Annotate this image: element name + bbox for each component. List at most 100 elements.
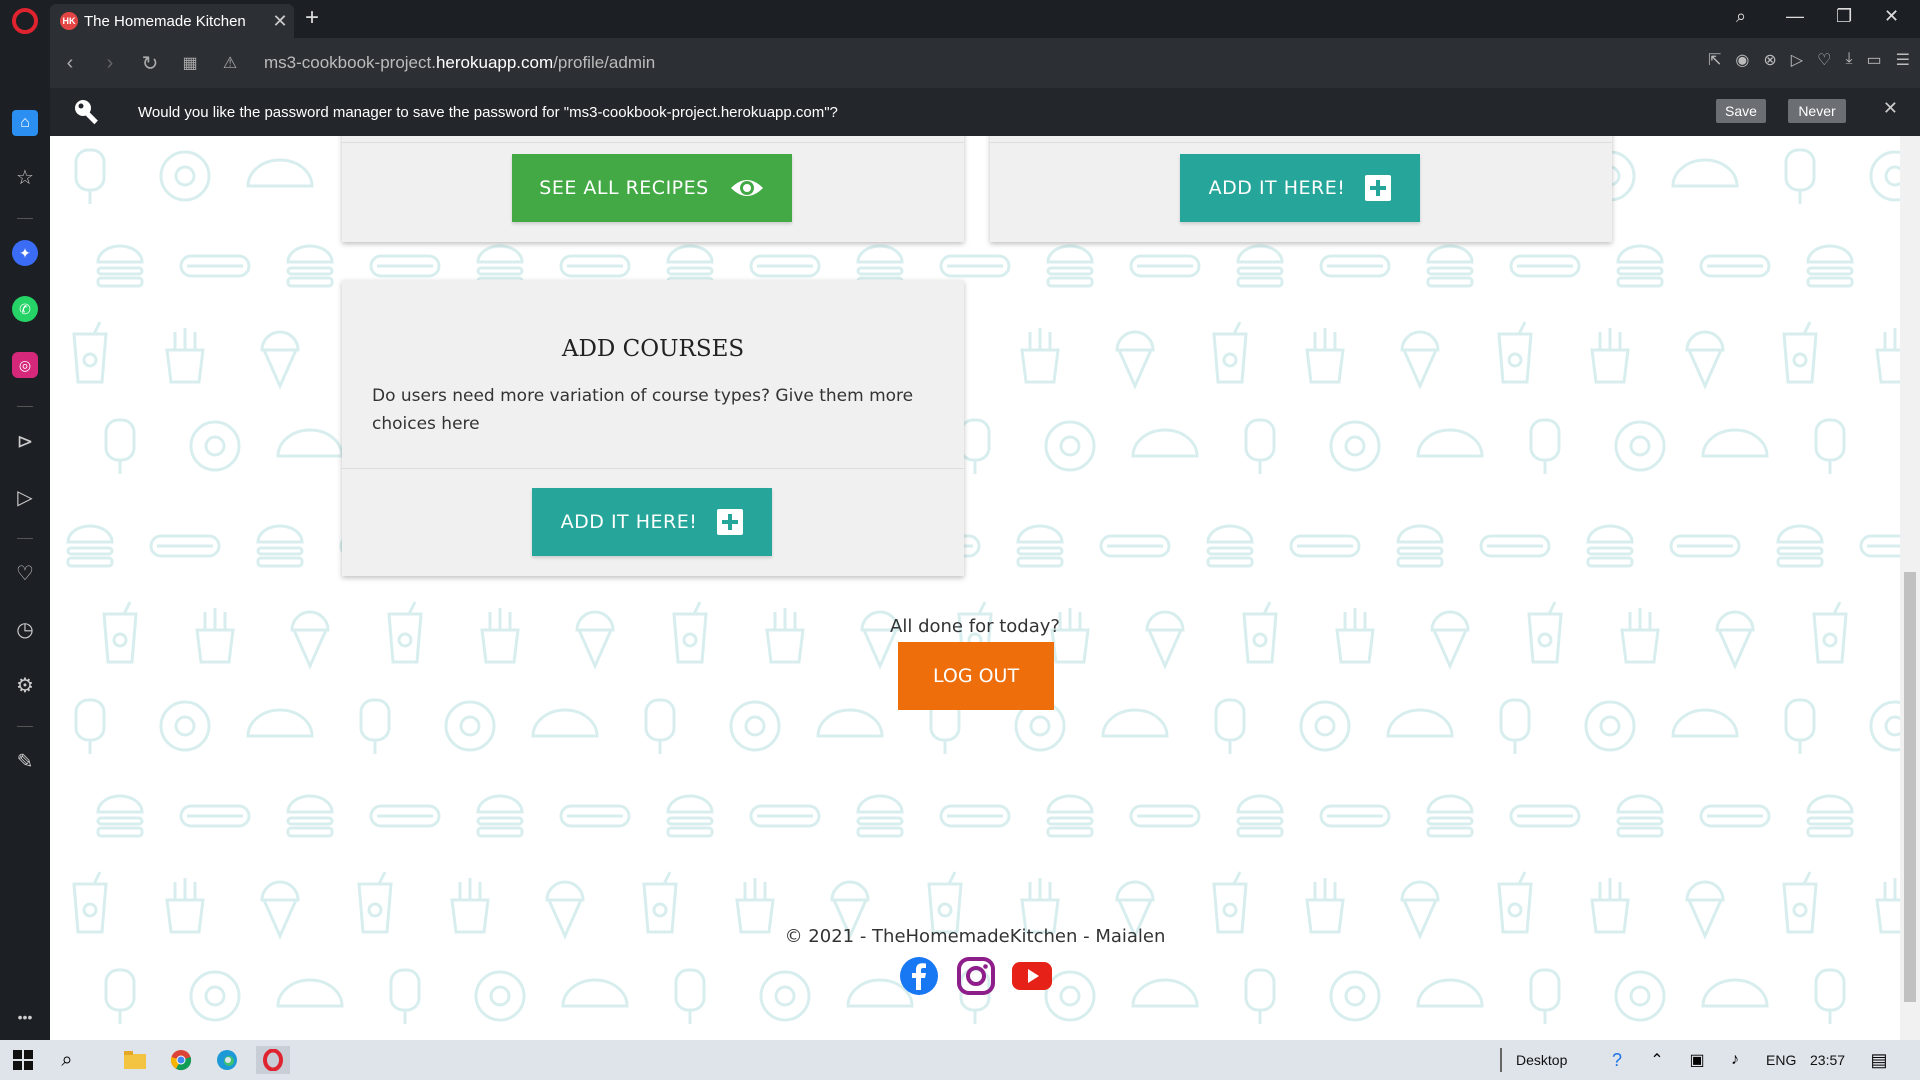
back-icon[interactable]: ‹	[50, 52, 90, 75]
pattern-burger	[286, 244, 334, 288]
pattern-taco	[1416, 428, 1484, 458]
pattern-taco	[276, 978, 344, 1008]
opera-logo-icon[interactable]	[12, 8, 38, 34]
pattern-hotdog	[1289, 534, 1361, 558]
facebook-icon[interactable]	[899, 956, 939, 996]
see-all-recipes-button[interactable]: SEE ALL RECIPES	[512, 154, 792, 222]
history-icon[interactable]: ◷	[12, 616, 38, 642]
help-icon[interactable]: ?	[1600, 1046, 1634, 1074]
tab-homemade-kitchen[interactable]: HK The Homemade Kitchen ✕	[50, 4, 294, 38]
pattern-popsicle	[74, 148, 106, 204]
instagram-icon[interactable]	[956, 956, 996, 996]
flow-icon[interactable]: ▷	[12, 484, 38, 510]
pattern-hotdog	[559, 804, 631, 828]
youtube-icon[interactable]	[1010, 956, 1054, 996]
url-field[interactable]: ms3-cookbook-project.herokuapp.com/profi…	[264, 53, 655, 73]
add-courses-card: ADD COURSES Do users need more variation…	[342, 280, 964, 576]
share-icon[interactable]: ⇱	[1708, 50, 1721, 70]
desktop-label[interactable]: Desktop	[1516, 1052, 1567, 1068]
pattern-popsicle	[389, 968, 421, 1024]
easy-setup-icon[interactable]: ☰	[1896, 50, 1910, 70]
pattern-burger	[96, 244, 144, 288]
edge-icon[interactable]	[210, 1046, 244, 1074]
pattern-cup	[642, 871, 678, 934]
save-password-button[interactable]: Save	[1716, 99, 1766, 123]
pattern-burger	[1616, 794, 1664, 838]
scrollbar-thumb[interactable]	[1904, 572, 1916, 1002]
tab-close-icon[interactable]: ✕	[266, 11, 294, 32]
pattern-donut	[189, 420, 241, 472]
pattern-taco	[1671, 158, 1739, 188]
pattern-hotdog	[1319, 254, 1391, 278]
top-right-card: ADD IT HERE!	[990, 136, 1612, 242]
pattern-popsicle	[1244, 968, 1276, 1024]
tab-overview-icon[interactable]: ▦	[170, 53, 210, 73]
chrome-icon[interactable]	[164, 1046, 198, 1074]
notifications-icon[interactable]: ▤	[1862, 1046, 1896, 1074]
pattern-donut	[1869, 150, 1900, 202]
bookmarks-icon[interactable]: ♡	[12, 560, 38, 586]
pattern-hotdog	[559, 254, 631, 278]
pattern-popsicle	[1214, 698, 1246, 754]
camera-icon[interactable]: ◉	[1735, 50, 1749, 70]
add-it-here-button-top[interactable]: ADD IT HERE!	[1180, 154, 1420, 222]
restore-icon[interactable]: ❐	[1836, 6, 1852, 27]
whatsapp-icon[interactable]: ✆	[12, 296, 38, 322]
file-explorer-icon[interactable]	[118, 1046, 152, 1074]
pattern-donut	[1614, 420, 1666, 472]
opera-taskbar-icon[interactable]	[256, 1046, 290, 1074]
show-hidden-icons-icon[interactable]: ⌃	[1640, 1046, 1674, 1074]
pattern-burger	[1586, 524, 1634, 568]
pattern-hotdog	[939, 254, 1011, 278]
forward-icon[interactable]: ›	[90, 52, 130, 75]
plus-square-icon	[1365, 175, 1392, 201]
heart-icon[interactable]: ♡	[1817, 50, 1831, 70]
send-icon[interactable]: ▷	[1791, 50, 1803, 70]
more-icon[interactable]: •••	[12, 1004, 38, 1030]
windows-start-icon[interactable]	[6, 1046, 40, 1074]
pattern-hotdog	[179, 804, 251, 828]
reload-icon[interactable]: ↻	[130, 51, 170, 76]
pattern-donut	[444, 700, 496, 752]
clock[interactable]: 23:57	[1810, 1052, 1845, 1068]
pattern-fries	[450, 878, 490, 934]
new-tab-icon[interactable]: +	[305, 4, 319, 32]
page-scrollbar[interactable]	[1900, 136, 1920, 1040]
pattern-burger	[1396, 524, 1444, 568]
close-password-bar-icon[interactable]: ✕	[1883, 98, 1898, 119]
pattern-cup	[1782, 321, 1818, 384]
pattern-taco	[816, 708, 884, 738]
language-indicator[interactable]: ENG	[1766, 1052, 1796, 1068]
download-icon[interactable]: ⤓	[1845, 50, 1852, 70]
password-manager-bar: Would you like the password manager to s…	[50, 88, 1920, 136]
never-button[interactable]: Never	[1788, 99, 1846, 123]
adblock-icon[interactable]: ⊗	[1763, 50, 1776, 70]
search-icon[interactable]: ⌕	[50, 1046, 84, 1074]
pattern-hotdog	[1859, 534, 1900, 558]
speed-dial-icon[interactable]: ☆	[12, 164, 38, 190]
player-icon[interactable]: ⊳	[12, 428, 38, 454]
settings-icon[interactable]: ⚙	[12, 672, 38, 698]
security-warning-icon[interactable]: ⚠	[210, 53, 250, 73]
pattern-burger	[1016, 524, 1064, 568]
search-tabs-icon[interactable]: ⌕	[1736, 6, 1746, 27]
close-window-icon[interactable]: ✕	[1884, 6, 1899, 27]
battery-icon[interactable]: ▭	[1867, 50, 1882, 70]
pattern-taco	[1131, 428, 1199, 458]
pattern-burger	[256, 524, 304, 568]
home-icon[interactable]: ⌂	[12, 110, 38, 136]
logout-button[interactable]: LOG OUT	[898, 642, 1054, 710]
minimize-icon[interactable]: —	[1786, 6, 1804, 27]
add-courses-button[interactable]: ADD IT HERE!	[532, 488, 772, 556]
pattern-burger	[1616, 244, 1664, 288]
instagram-sidebar-icon[interactable]: ◎	[12, 352, 38, 378]
pattern-cup	[72, 871, 108, 934]
network-icon[interactable]: ▣	[1680, 1046, 1714, 1074]
tips-bulb-icon[interactable]: ✎	[12, 748, 38, 774]
pattern-popsicle	[1784, 148, 1816, 204]
pattern-burger	[1206, 524, 1254, 568]
volume-icon[interactable]: ♪	[1718, 1046, 1752, 1074]
pattern-burger	[856, 794, 904, 838]
messenger-icon[interactable]: ✦	[12, 240, 38, 266]
pattern-donut	[729, 700, 781, 752]
